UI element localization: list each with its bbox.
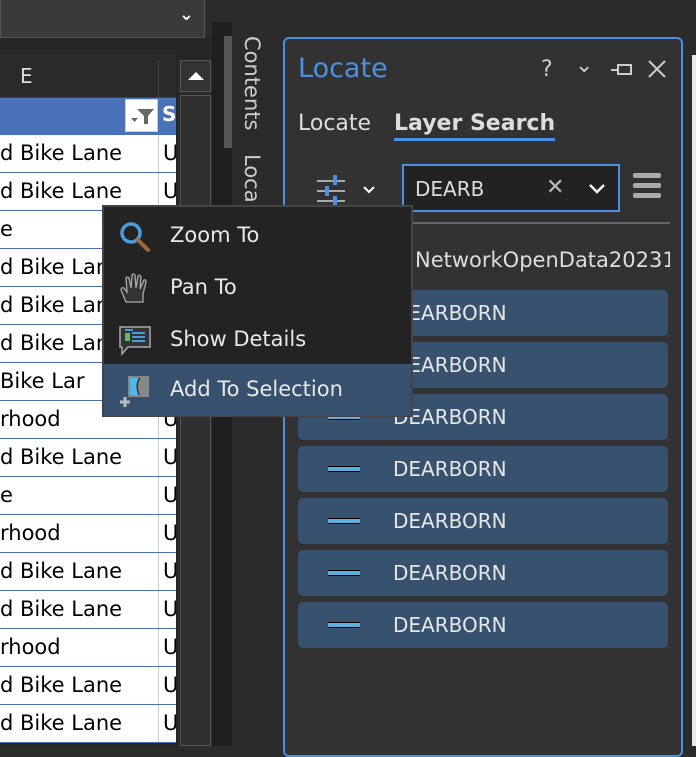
scrollbar-thumb[interactable] xyxy=(180,95,211,746)
result-item[interactable]: DEARBORN xyxy=(298,498,668,544)
menu-item-zoom-to[interactable]: Zoom To xyxy=(104,210,411,262)
cell-s[interactable]: U xyxy=(158,591,176,628)
column-divider xyxy=(158,60,159,98)
tab-contents-label: Contents xyxy=(240,36,264,131)
tab-contents[interactable]: Contents xyxy=(224,36,264,148)
chevron-down-icon: ⌄ xyxy=(178,4,194,25)
filter-button[interactable] xyxy=(125,99,158,132)
tab-layer-search[interactable]: Layer Search xyxy=(394,111,556,141)
tab-locate[interactable]: Locate xyxy=(298,111,371,136)
cell-e[interactable]: d Bike Lane xyxy=(0,673,158,697)
cell-e[interactable]: e xyxy=(0,483,158,507)
add-selection-icon xyxy=(120,376,149,407)
cell-e[interactable]: d Bike Lane xyxy=(0,141,158,165)
result-item[interactable]: DEARBORN xyxy=(298,446,668,492)
magnifier-icon xyxy=(120,222,150,252)
filter-icon xyxy=(130,108,154,124)
table-row[interactable]: eU xyxy=(0,477,176,515)
result-label: DEARBORN xyxy=(393,561,507,585)
cell-s[interactable]: U xyxy=(158,553,176,590)
options-chevron-icon[interactable]: ⌄ xyxy=(575,53,593,78)
arrow-up-icon xyxy=(187,72,204,80)
result-label: DEARBORN xyxy=(393,613,507,637)
table-row[interactable]: d Bike LaneU xyxy=(0,667,176,705)
cell-s[interactable]: U xyxy=(158,135,176,172)
cell-s[interactable]: U xyxy=(158,705,176,742)
menu-item-show-details[interactable]: Show Details xyxy=(104,314,411,366)
cell-e[interactable]: d Bike Lane xyxy=(0,445,158,469)
tab-locate-label: Loca xyxy=(240,154,264,203)
cell-e[interactable]: d Bike Lane xyxy=(0,179,158,203)
table-row[interactable]: rhoodU xyxy=(0,515,176,553)
cell-e[interactable]: rhood xyxy=(0,521,158,545)
result-label: DEARBORN xyxy=(393,509,507,533)
pin-icon[interactable] xyxy=(611,63,633,77)
table-row[interactable]: d Bike LaneU xyxy=(0,439,176,477)
cell-s[interactable]: U xyxy=(158,515,176,552)
cell-e[interactable]: d Bike Lane xyxy=(0,597,158,621)
search-options-filter-icon[interactable] xyxy=(317,175,377,207)
cell-s[interactable]: U xyxy=(158,477,176,514)
help-icon[interactable]: ? xyxy=(541,57,553,82)
menu-icon[interactable] xyxy=(633,173,661,199)
menu-item-label: Zoom To xyxy=(170,223,260,247)
hand-icon xyxy=(120,273,147,303)
table-row[interactable]: d Bike LaneU xyxy=(0,135,176,173)
column-header-s[interactable]: S xyxy=(162,102,176,126)
menu-item-label: Show Details xyxy=(170,327,307,351)
clear-icon[interactable]: ✕ xyxy=(546,175,564,200)
result-item[interactable]: DEARBORN xyxy=(298,550,668,596)
details-icon xyxy=(119,326,151,357)
cell-s[interactable]: U xyxy=(158,667,176,704)
close-icon[interactable] xyxy=(647,59,667,79)
map-view[interactable] xyxy=(692,55,696,746)
table-row[interactable]: d Bike LaneU xyxy=(0,705,176,743)
cell-e[interactable]: d Bike Lane xyxy=(0,711,158,735)
line-symbol-icon xyxy=(328,622,360,628)
layer-search-input[interactable]: DEARB ✕ xyxy=(402,164,620,212)
table-row[interactable]: d Bike LaneU xyxy=(0,553,176,591)
cell-s[interactable]: U xyxy=(158,629,176,666)
table-selector-dropdown[interactable]: ⌄ xyxy=(0,0,205,38)
context-menu: Zoom To Pan To Show Details Add To Selec… xyxy=(102,205,413,417)
result-item[interactable]: DEARBORN xyxy=(298,602,668,648)
chevron-down-icon[interactable] xyxy=(588,183,606,195)
line-symbol-icon xyxy=(328,570,360,576)
layer-group-header[interactable]: NetworkOpenData202310 xyxy=(415,248,670,272)
line-symbol-icon xyxy=(328,518,360,524)
result-label: DEARBORN xyxy=(393,457,507,481)
menu-item-add-to-selection[interactable]: Add To Selection xyxy=(104,364,411,416)
menu-item-pan-to[interactable]: Pan To xyxy=(104,262,411,314)
column-header-e[interactable]: E xyxy=(0,50,176,98)
table-row[interactable]: rhoodU xyxy=(0,629,176,667)
cell-e[interactable]: d Bike Lane xyxy=(0,559,158,583)
table-row[interactable]: d Bike LaneU xyxy=(0,591,176,629)
cell-e[interactable]: rhood xyxy=(0,635,158,659)
scroll-up-button[interactable] xyxy=(180,60,211,92)
column-header-label: E xyxy=(20,64,33,88)
pane-title: Locate xyxy=(298,53,388,84)
menu-item-label: Pan To xyxy=(170,275,237,299)
line-symbol-icon xyxy=(328,466,360,472)
search-value: DEARB xyxy=(415,177,485,201)
cell-s[interactable]: U xyxy=(158,439,176,476)
menu-item-label: Add To Selection xyxy=(170,377,343,401)
